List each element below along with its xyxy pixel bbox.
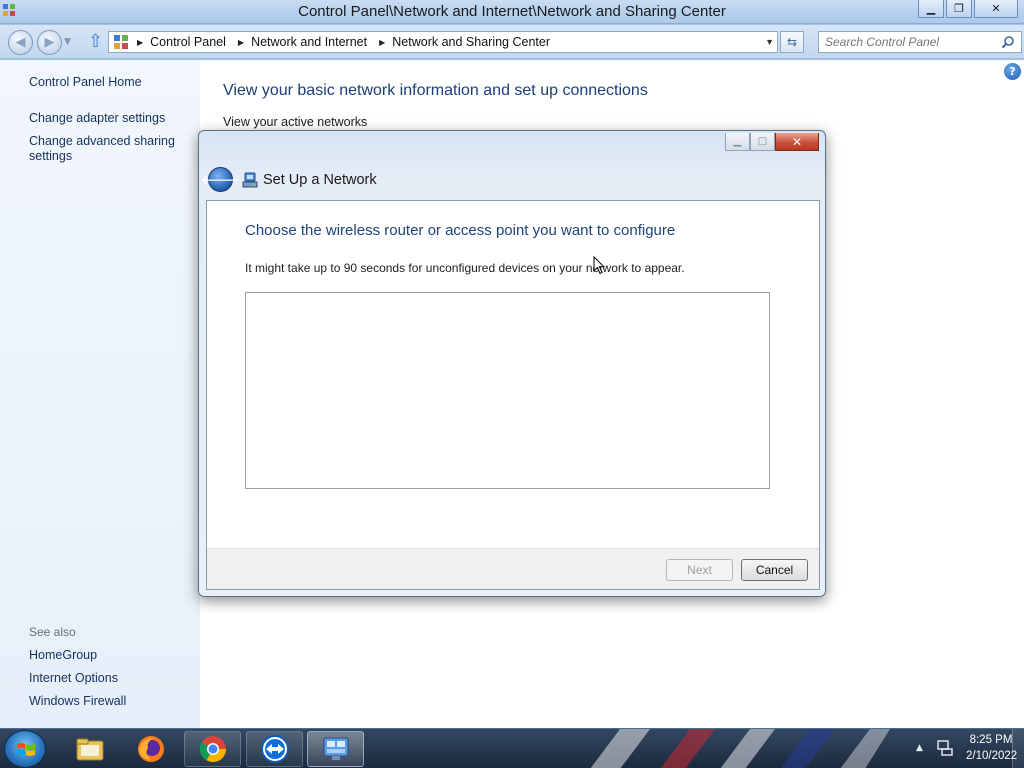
dialog-minimize-button: ▁ bbox=[725, 133, 750, 151]
mouse-cursor-icon bbox=[593, 256, 605, 275]
breadcrumb-control-panel[interactable]: Control Panel bbox=[150, 35, 226, 49]
search-icon[interactable] bbox=[1001, 35, 1015, 49]
firefox-icon bbox=[137, 736, 164, 762]
close-button[interactable]: ✕ bbox=[974, 0, 1018, 18]
dialog-footer: Next Cancel bbox=[207, 548, 819, 589]
wallpaper-art bbox=[590, 729, 890, 768]
show-desktop-button[interactable] bbox=[1012, 729, 1024, 768]
breadcrumb-network-and-internet[interactable]: Network and Internet bbox=[251, 35, 367, 49]
taskbar-firefox[interactable] bbox=[122, 731, 179, 767]
see-also-label: See also bbox=[29, 625, 76, 639]
page-heading: View your basic network information and … bbox=[223, 82, 648, 99]
taskbar-teamviewer[interactable] bbox=[246, 731, 303, 767]
dialog-heading: Choose the wireless router or access poi… bbox=[245, 222, 676, 239]
dialog-instruction-text: It might take up to 90 seconds for uncon… bbox=[245, 261, 685, 275]
breadcrumb-separator-icon[interactable]: ▶ bbox=[137, 38, 143, 47]
left-nav-pane: Control Panel Home Change adapter settin… bbox=[0, 60, 200, 728]
homegroup-link[interactable]: HomeGroup bbox=[29, 648, 97, 663]
search-input[interactable] bbox=[819, 32, 989, 52]
windows-logo-icon bbox=[17, 743, 35, 756]
active-networks-label: View your active networks bbox=[223, 115, 368, 129]
change-adapter-settings-link[interactable]: Change adapter settings bbox=[29, 111, 165, 126]
chrome-icon bbox=[199, 736, 226, 763]
breadcrumb-network-and-sharing-center[interactable]: Network and Sharing Center bbox=[392, 35, 550, 49]
address-bar[interactable]: ▶ Control Panel ▶ Network and Internet ▶… bbox=[108, 31, 778, 53]
clock-date[interactable]: 2/10/2022 bbox=[966, 750, 1017, 762]
address-dropdown-icon[interactable]: ▼ bbox=[765, 37, 774, 47]
breadcrumb-separator-icon[interactable]: ▶ bbox=[238, 38, 244, 47]
folder-icon bbox=[76, 738, 103, 761]
minimize-button[interactable]: ▁ bbox=[918, 0, 944, 18]
router-device-list[interactable] bbox=[245, 292, 770, 489]
change-advanced-sharing-settings-link[interactable]: Change advanced sharing settings bbox=[29, 134, 189, 164]
address-toolbar: ◀ ▶ ▼ ⇧ ▶ Control Panel ▶ Network and In… bbox=[0, 25, 1024, 59]
teamviewer-icon bbox=[260, 735, 289, 763]
clock-time[interactable]: 8:25 PM bbox=[966, 734, 1016, 746]
taskbar-file-explorer[interactable] bbox=[61, 731, 118, 767]
taskbar: ▲ 8:25 PM 2/10/2022 bbox=[0, 728, 1024, 768]
up-folder-icon[interactable]: ⇧ bbox=[88, 33, 104, 51]
network-center-icon bbox=[323, 737, 348, 760]
windows-firewall-link[interactable]: Windows Firewall bbox=[29, 694, 126, 709]
forward-nav-button[interactable]: ▶ bbox=[37, 30, 62, 55]
window-title: Control Panel\Network and Internet\Netwo… bbox=[298, 3, 726, 20]
dialog-back-button[interactable]: 🡐 bbox=[200, 167, 241, 192]
dialog-title: Set Up a Network bbox=[263, 172, 377, 188]
network-status-icon[interactable] bbox=[936, 739, 954, 757]
refresh-button[interactable]: ⇆ bbox=[780, 31, 804, 53]
system-tray: ▲ 8:25 PM 2/10/2022 bbox=[884, 729, 1024, 768]
taskbar-network-and-sharing-center[interactable] bbox=[307, 731, 364, 767]
internet-options-link[interactable]: Internet Options bbox=[29, 671, 118, 686]
next-button[interactable]: Next bbox=[666, 559, 733, 581]
cancel-button[interactable]: Cancel bbox=[741, 559, 808, 581]
control-panel-home-link[interactable]: Control Panel Home bbox=[29, 75, 142, 90]
setup-network-dialog: ▁ □ ✕ 🡐 Set Up a Network Choose the wire… bbox=[198, 130, 826, 597]
window-titlebar: Control Panel\Network and Internet\Netwo… bbox=[0, 0, 1024, 24]
dialog-maximize-button: □ bbox=[750, 133, 775, 151]
back-nav-button[interactable]: ◀ bbox=[8, 30, 33, 55]
search-box[interactable] bbox=[818, 31, 1022, 53]
recent-pages-dropdown-icon[interactable]: ▼ bbox=[64, 37, 71, 47]
dialog-close-button[interactable]: ✕ bbox=[775, 133, 819, 151]
show-hidden-icons-icon[interactable]: ▲ bbox=[916, 743, 923, 753]
restore-button[interactable]: ❐ bbox=[946, 0, 972, 18]
network-setup-icon bbox=[242, 172, 258, 188]
breadcrumb-separator-icon[interactable]: ▶ bbox=[379, 38, 385, 47]
dialog-body: Choose the wireless router or access poi… bbox=[206, 200, 820, 590]
start-button[interactable] bbox=[4, 730, 46, 768]
taskbar-chrome[interactable] bbox=[184, 731, 241, 767]
help-icon[interactable]: ? bbox=[1004, 63, 1021, 80]
control-panel-icon bbox=[114, 35, 128, 49]
